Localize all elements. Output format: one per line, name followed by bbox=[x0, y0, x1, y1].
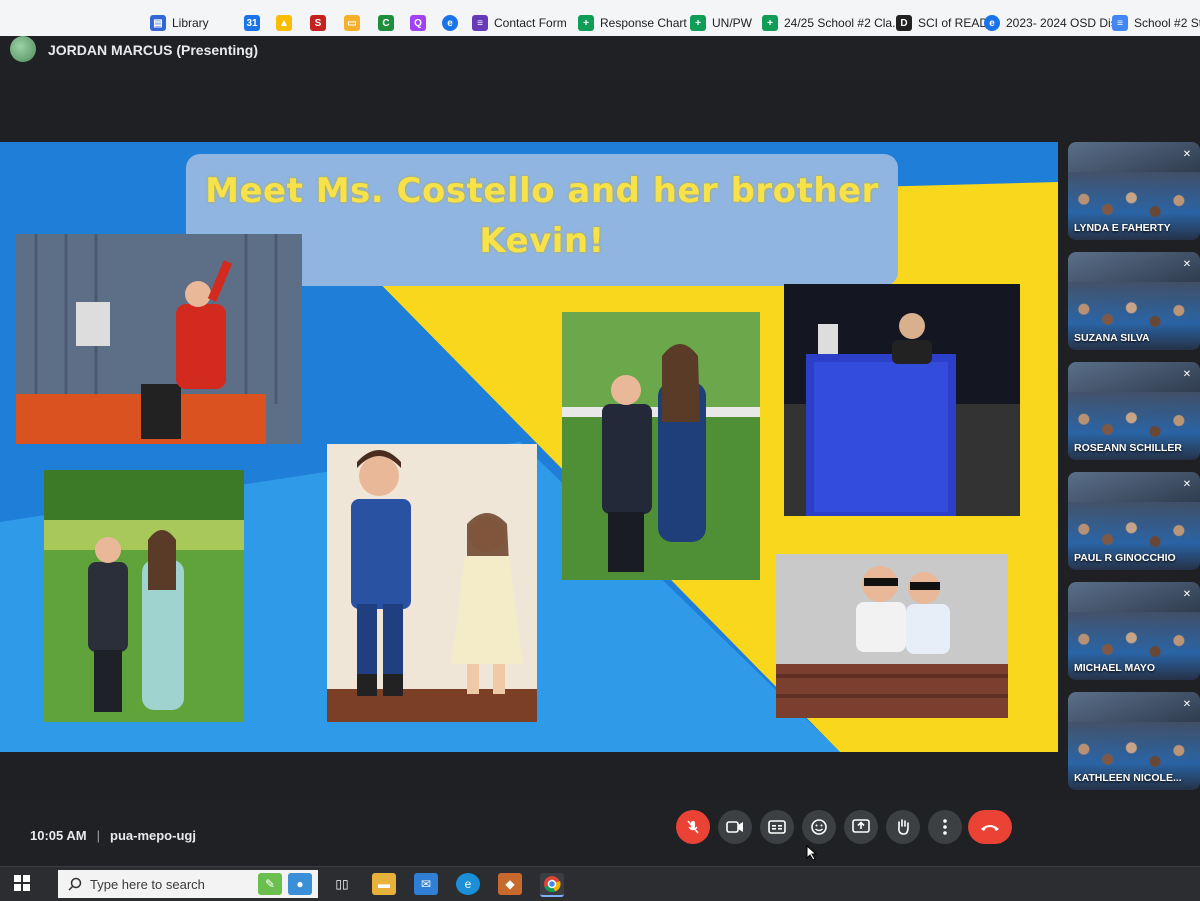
meeting-stage: Meet Ms. Costello and her brother Kevin! bbox=[0, 80, 1200, 800]
bookmark-school-class[interactable]: + 24/25 School #2 Cla... bbox=[762, 10, 902, 36]
mic-muted-icon: ✕ bbox=[1182, 369, 1192, 380]
mic-toggle-button[interactable] bbox=[676, 810, 710, 844]
bookmark-contact-form[interactable]: ≡ Contact Form bbox=[472, 10, 567, 36]
participant-tile[interactable]: ✕ MICHAEL MAYO bbox=[1068, 582, 1200, 680]
sci-read-icon: D bbox=[896, 15, 912, 31]
more-options-button[interactable] bbox=[928, 810, 962, 844]
bookmark-sci-of-read[interactable]: D SCI of READ bbox=[896, 10, 988, 36]
participant-tile[interactable]: ✕ ROSEANN SCHILLER bbox=[1068, 362, 1200, 460]
more-options-icon bbox=[943, 819, 947, 835]
participant-tiles: ✕ LYNDA E FAHERTY ✕ SUZANA SILVA ✕ ROSEA… bbox=[1062, 142, 1200, 802]
mic-muted-icon: ✕ bbox=[1182, 699, 1192, 710]
mic-muted-icon: ✕ bbox=[1182, 589, 1192, 600]
hang-up-icon bbox=[981, 825, 999, 831]
raise-hand-button[interactable] bbox=[886, 810, 920, 844]
photo-kids-sunglasses bbox=[776, 554, 1008, 718]
mouse-cursor-icon bbox=[806, 845, 818, 861]
photo-childhood bbox=[327, 444, 537, 722]
avatar bbox=[10, 36, 36, 62]
present-screen-icon bbox=[852, 819, 870, 833]
edge-browser-icon[interactable]: e bbox=[456, 873, 480, 895]
mic-muted-icon: ✕ bbox=[1182, 259, 1192, 270]
camera-icon bbox=[726, 821, 743, 833]
leave-call-button[interactable] bbox=[968, 810, 1012, 844]
file-explorer-icon[interactable]: ▬ bbox=[372, 873, 396, 895]
meet-header: JORDAN MARCUS (Presenting) bbox=[0, 36, 1200, 80]
forms-icon: ≡ bbox=[472, 15, 488, 31]
edge-icon: e bbox=[442, 15, 458, 31]
meeting-time: 10:05 AM bbox=[30, 828, 87, 843]
meeting-info: 10:05 AM | pua-mepo-ugj bbox=[30, 828, 196, 843]
meeting-controls: 10:05 AM | pua-mepo-ugj bbox=[0, 800, 1200, 866]
captions-icon bbox=[768, 820, 786, 834]
reactions-button[interactable] bbox=[802, 810, 836, 844]
task-view-icon[interactable]: ▯▯ bbox=[330, 873, 354, 895]
docs-icon: ≡ bbox=[1112, 15, 1128, 31]
bookmark-osd-district[interactable]: e 2023- 2024 OSD Dis... bbox=[984, 10, 1127, 36]
meeting-code: pua-mepo-ugj bbox=[110, 828, 196, 843]
captions-button[interactable] bbox=[760, 810, 794, 844]
bookmark-response-chart[interactable]: + Response Chart bbox=[578, 10, 687, 36]
presenter-name: JORDAN MARCUS (Presenting) bbox=[48, 42, 259, 58]
bookmark-school-staff[interactable]: ≡ School #2 Staff H bbox=[1112, 10, 1200, 36]
bookmark-un-pw[interactable]: + UN/PW bbox=[690, 10, 752, 36]
raise-hand-icon bbox=[898, 819, 909, 835]
classroom-icon: C bbox=[378, 15, 394, 31]
teams-icon[interactable]: ● bbox=[288, 873, 312, 895]
sheets-icon: + bbox=[690, 15, 706, 31]
presentation-slide: Meet Ms. Costello and her brother Kevin! bbox=[0, 142, 1058, 752]
camera-toggle-button[interactable] bbox=[718, 810, 752, 844]
participant-tile[interactable]: ✕ PAUL R GINOCCHIO bbox=[1068, 472, 1200, 570]
chrome-icon[interactable] bbox=[540, 873, 564, 897]
folder-icon: ▭ bbox=[344, 15, 360, 31]
bookmark-drive[interactable]: ▲ bbox=[276, 10, 292, 36]
calendar-icon: 31 bbox=[244, 15, 260, 31]
sheets-icon: + bbox=[578, 15, 594, 31]
photo-dj-stage bbox=[16, 234, 302, 444]
sheets-icon: + bbox=[762, 15, 778, 31]
mic-muted-icon: ✕ bbox=[1182, 149, 1192, 160]
mic-muted-icon bbox=[687, 820, 699, 834]
meeting-separator: | bbox=[96, 828, 100, 843]
sdr-icon: S bbox=[310, 15, 326, 31]
windows-taskbar: Type here to search ✎ ● ▯▯ ▬ ✉ e ◆ bbox=[0, 866, 1200, 901]
bookmark-quiz[interactable]: Q bbox=[410, 10, 426, 36]
bookmark-library[interactable]: ▤ Library bbox=[150, 10, 209, 36]
bookmark-classroom[interactable]: C bbox=[378, 10, 394, 36]
mic-muted-icon: ✕ bbox=[1182, 479, 1192, 490]
edge-icon: e bbox=[984, 15, 1000, 31]
quiz-icon: Q bbox=[410, 15, 426, 31]
present-button[interactable] bbox=[844, 810, 878, 844]
bookmark-folder[interactable]: ▭ bbox=[344, 10, 360, 36]
mail-icon[interactable]: ✉ bbox=[414, 873, 438, 895]
drive-icon: ▲ bbox=[276, 15, 292, 31]
widget-icon[interactable]: ✎ bbox=[258, 873, 282, 895]
photo-dj-booth bbox=[784, 284, 1020, 516]
bookmark-calendar[interactable]: 31 bbox=[244, 10, 260, 36]
search-placeholder: Type here to search bbox=[90, 876, 205, 892]
bookmark-sdr[interactable]: S bbox=[310, 10, 326, 36]
emoji-icon bbox=[811, 819, 827, 835]
participant-tile[interactable]: ✕ SUZANA SILVA bbox=[1068, 252, 1200, 350]
library-icon: ▤ bbox=[150, 15, 166, 31]
participant-tile[interactable]: ✕ KATHLEEN NICOLE... bbox=[1068, 692, 1200, 790]
app-icon[interactable]: ◆ bbox=[498, 873, 522, 895]
photo-siblings-lawn bbox=[44, 470, 244, 722]
search-icon bbox=[68, 877, 82, 891]
photo-siblings-garden bbox=[562, 312, 760, 580]
windows-start-icon[interactable] bbox=[14, 875, 30, 891]
participant-tile[interactable]: ✕ LYNDA E FAHERTY bbox=[1068, 142, 1200, 240]
bookmark-edge[interactable]: e bbox=[442, 10, 458, 36]
